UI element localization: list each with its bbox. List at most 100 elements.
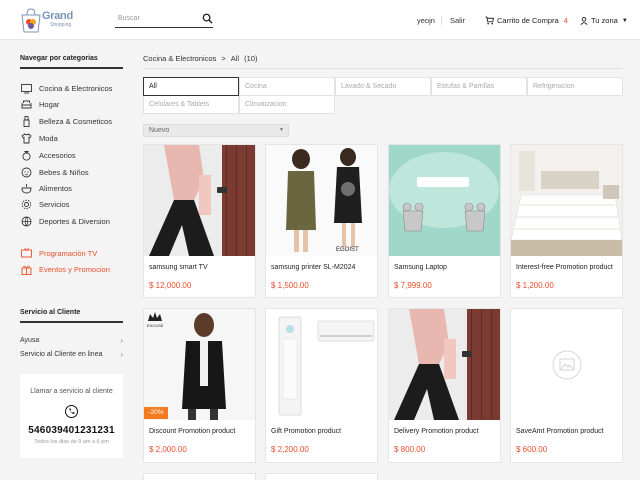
sidebar-item-label: Accesorios (39, 150, 76, 160)
sidebar-item-programacion-tv[interactable]: Programación TV (20, 246, 97, 260)
tab-celulares[interactable]: Celulares & Tablets (143, 95, 239, 114)
sidebar-item-hogar[interactable]: Hogar (20, 97, 59, 111)
svg-text:EXCUSE: EXCUSE (147, 323, 164, 328)
product-price: $ 2,200.00 (271, 445, 309, 454)
product-image[interactable]: EXCUSE (144, 309, 255, 420)
cosmetics-icon (20, 115, 32, 127)
service-rule (20, 321, 123, 323)
service-item-label: Servicio al Cliente en linea (20, 350, 103, 358)
call-number[interactable]: 546039401231231 (20, 425, 123, 436)
breadcrumb-category[interactable]: Cocina & Electronicos (143, 54, 216, 63)
product-image[interactable]: EGOIST (266, 145, 377, 256)
svg-text:EGOIST: EGOIST (336, 247, 359, 253)
sort-select[interactable]: Nuevo ▼ (143, 124, 289, 137)
sports-icon (20, 216, 32, 227)
logo-subtext: Shopping (50, 22, 72, 28)
cart-label: Carrito de Compra (497, 16, 559, 25)
product-name[interactable]: samsung smart TV (149, 264, 208, 271)
sidebar-item-label: Bebes & Niños (39, 167, 89, 177)
logout-link[interactable]: Salir (450, 16, 465, 25)
tv-icon (20, 247, 32, 259)
service-item-label: Ayusa (20, 336, 40, 344)
product-card-partial[interactable] (265, 473, 378, 480)
chevron-down-icon: ▼ (279, 127, 284, 133)
sidebar-item-label: Hogar (39, 99, 60, 109)
product-card[interactable]: SaveAmt Promotion product $ 600.00 (510, 308, 623, 463)
sidebar-item-deportes[interactable]: Deportes & Diversion (20, 214, 110, 228)
breadcrumb-current: All (230, 54, 240, 63)
zone-selector[interactable]: Tu zona ▼ (580, 16, 628, 25)
tab-refrigeracion[interactable]: Refrigeracion (527, 77, 623, 96)
product-price: $ 12,000.00 (149, 281, 192, 290)
product-card[interactable]: Interest-free Promotion product $ 1,200.… (510, 144, 623, 298)
chevron-right-icon: › (120, 349, 123, 359)
product-price: $ 800.00 (394, 445, 426, 454)
gear-icon (20, 199, 32, 210)
tab-cocina[interactable]: Cocina (239, 77, 335, 96)
sidebar-item-cocina-electronicos[interactable]: Cocina & Electronicos (20, 81, 112, 95)
sidebar-item-accesorios[interactable]: Accesorios (20, 148, 76, 162)
product-card-partial[interactable] (143, 473, 256, 480)
sofa-icon (20, 99, 32, 110)
search-input[interactable]: Buscar (118, 15, 140, 22)
sidebar-item-eventos[interactable]: Eventos y Promocion (20, 262, 110, 276)
sidebar-item-label: Servicios (39, 199, 70, 209)
product-card[interactable]: samsung smart TV $ 12,000.00 (143, 144, 256, 298)
product-image[interactable] (144, 145, 255, 256)
product-image[interactable] (511, 145, 622, 256)
shopping-bag-logo-icon (21, 8, 41, 33)
sidebar-item-servicios[interactable]: Servicios (20, 197, 69, 211)
header: Grand Shopping Buscar yeojn Salir Carrit… (0, 0, 640, 40)
tab-lavado[interactable]: Lavado & Secado (335, 77, 431, 96)
logo[interactable]: Grand Shopping (20, 5, 73, 35)
service-item-ayusa[interactable]: Ayusa › (20, 333, 123, 347)
sidebar-item-label: Deportes & Diversion (39, 216, 110, 226)
gift-icon (20, 264, 32, 275)
product-card[interactable]: EXCUSE -20% Discount Promotion product $… (143, 308, 256, 463)
sidebar-item-moda[interactable]: Moda (20, 131, 58, 145)
breadcrumb-rule (143, 68, 623, 69)
sidebar-item-label: Belleza & Cosmeticos (39, 116, 112, 126)
tab-all[interactable]: All (143, 77, 239, 96)
product-price: $ 1,500.00 (271, 281, 309, 290)
search-box[interactable]: Buscar (115, 11, 213, 28)
sidebar-item-label: Programación TV (39, 248, 98, 258)
cart-icon (485, 16, 494, 25)
product-price: $ 7,999.00 (394, 281, 432, 290)
tab-estufas[interactable]: Estufas & Parrillas (431, 77, 527, 96)
chevron-right-icon: › (120, 335, 123, 345)
product-name[interactable]: Gift Promotion product (271, 428, 341, 435)
cart-count-badge: 4 (563, 16, 568, 25)
sidebar-item-label: Eventos y Promocion (39, 264, 110, 274)
service-item-online[interactable]: Servicio al Cliente en linea › (20, 347, 123, 361)
product-name[interactable]: Delivery Promotion product (394, 428, 478, 435)
sidebar-item-belleza[interactable]: Belleza & Cosmeticos (20, 114, 112, 128)
user-name[interactable]: yeojn (417, 16, 435, 25)
product-card[interactable]: Delivery Promotion product $ 800.00 (388, 308, 501, 463)
chevron-down-icon: ▼ (621, 17, 628, 24)
tv-icon (20, 83, 32, 94)
sidebar-item-label: Moda (39, 133, 58, 143)
product-name[interactable]: Samsung Laptop (394, 264, 447, 271)
product-image[interactable] (389, 145, 500, 256)
phone-icon (65, 405, 78, 418)
product-image[interactable] (266, 309, 377, 420)
ring-icon (20, 150, 32, 161)
product-card[interactable]: Samsung Laptop $ 7,999.00 (388, 144, 501, 298)
product-image[interactable] (389, 309, 500, 420)
product-image[interactable] (511, 309, 622, 420)
tab-climatizacion[interactable]: Climatizacion (239, 95, 335, 114)
sidebar-item-bebes[interactable]: Bebes & Niños (20, 165, 89, 179)
product-name[interactable]: Discount Promotion product (149, 428, 235, 435)
product-card[interactable]: Gift Promotion product $ 2,200.00 (265, 308, 378, 463)
product-card[interactable]: EGOIST samsung printer SL-M2024 $ 1,500.… (265, 144, 378, 298)
product-name[interactable]: SaveAmt Promotion product (516, 428, 604, 435)
sidebar-item-alimentos[interactable]: Alimentos (20, 181, 72, 195)
baby-icon (20, 167, 32, 178)
categories-rule (20, 67, 123, 69)
product-price: $ 2,000.00 (149, 445, 187, 454)
product-name[interactable]: samsung printer SL-M2024 (271, 264, 355, 271)
search-icon[interactable] (202, 13, 213, 24)
product-name[interactable]: Interest-free Promotion product (516, 264, 613, 271)
cart-button[interactable]: Carrito de Compra 4 (485, 16, 568, 25)
